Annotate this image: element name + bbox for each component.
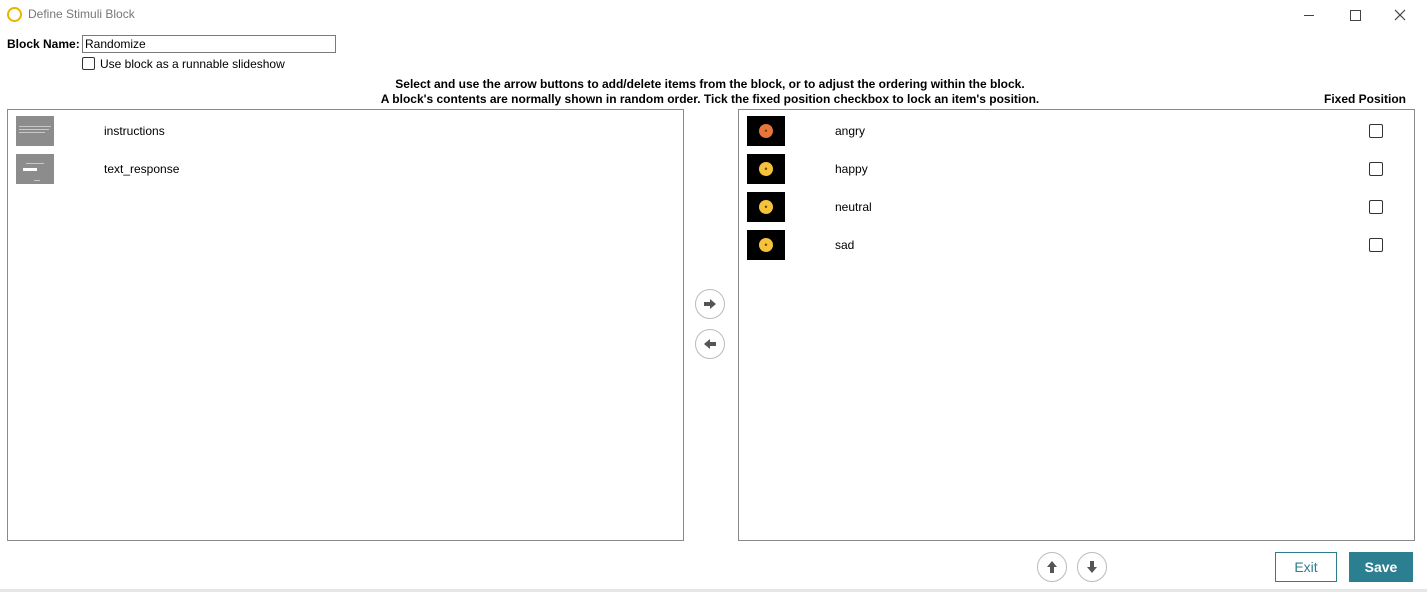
- fixed-position-header: Fixed Position: [1324, 92, 1407, 106]
- stimulus-thumbnail: •: [747, 154, 785, 184]
- item-label: sad: [835, 238, 855, 252]
- sad-face-icon: •: [759, 238, 773, 252]
- window-title: Define Stimuli Block: [28, 7, 135, 21]
- fixed-position-checkbox[interactable]: [1369, 238, 1383, 252]
- add-to-block-button[interactable]: [695, 289, 725, 319]
- block-items-list[interactable]: • angry • happy • neutral • sad: [738, 109, 1415, 541]
- fixed-position-checkbox[interactable]: [1369, 200, 1383, 214]
- neutral-face-icon: •: [759, 200, 773, 214]
- arrow-up-icon: [1047, 561, 1057, 573]
- arrow-left-icon: [704, 339, 716, 349]
- close-button[interactable]: [1377, 0, 1423, 30]
- list-item[interactable]: • neutral: [739, 187, 1414, 225]
- list-item[interactable]: text_response: [8, 149, 683, 187]
- instructions-line-2: A block's contents are normally shown in…: [380, 92, 1040, 106]
- minimize-icon: [1304, 14, 1314, 16]
- happy-face-icon: •: [759, 162, 773, 176]
- arrow-down-icon: [1087, 561, 1097, 573]
- list-item[interactable]: • sad: [739, 225, 1414, 263]
- move-down-button[interactable]: [1077, 552, 1107, 582]
- maximize-icon: [1349, 9, 1361, 21]
- list-item[interactable]: • angry: [739, 111, 1414, 149]
- save-button[interactable]: Save: [1349, 552, 1413, 582]
- close-icon: [1394, 9, 1406, 21]
- item-label: happy: [835, 162, 868, 176]
- stimulus-thumbnail: •: [747, 116, 785, 146]
- maximize-button[interactable]: [1332, 0, 1378, 30]
- list-item[interactable]: instructions: [8, 111, 683, 149]
- item-label: text_response: [104, 162, 180, 176]
- slide-thumbnail: [16, 116, 54, 146]
- block-name-label: Block Name:: [7, 37, 80, 51]
- item-label: angry: [835, 124, 866, 138]
- list-item[interactable]: • happy: [739, 149, 1414, 187]
- slideshow-label: Use block as a runnable slideshow: [100, 57, 285, 71]
- item-label: neutral: [835, 200, 872, 214]
- stimulus-thumbnail: •: [747, 230, 785, 260]
- arrow-right-icon: [704, 299, 716, 309]
- fixed-position-checkbox[interactable]: [1369, 124, 1383, 138]
- app-logo-icon: [7, 7, 22, 22]
- remove-from-block-button[interactable]: [695, 329, 725, 359]
- stimulus-thumbnail: •: [747, 192, 785, 222]
- exit-button[interactable]: Exit: [1275, 552, 1337, 582]
- slideshow-checkbox[interactable]: [82, 57, 95, 70]
- minimize-button[interactable]: [1286, 0, 1332, 30]
- slide-thumbnail: [16, 154, 54, 184]
- instructions-line-1: Select and use the arrow buttons to add/…: [395, 77, 1025, 91]
- fixed-position-checkbox[interactable]: [1369, 162, 1383, 176]
- block-name-input[interactable]: Randomize: [82, 35, 336, 53]
- angry-face-icon: •: [759, 124, 773, 138]
- move-up-button[interactable]: [1037, 552, 1067, 582]
- available-items-list[interactable]: instructions text_response: [7, 109, 684, 541]
- item-label: instructions: [104, 124, 165, 138]
